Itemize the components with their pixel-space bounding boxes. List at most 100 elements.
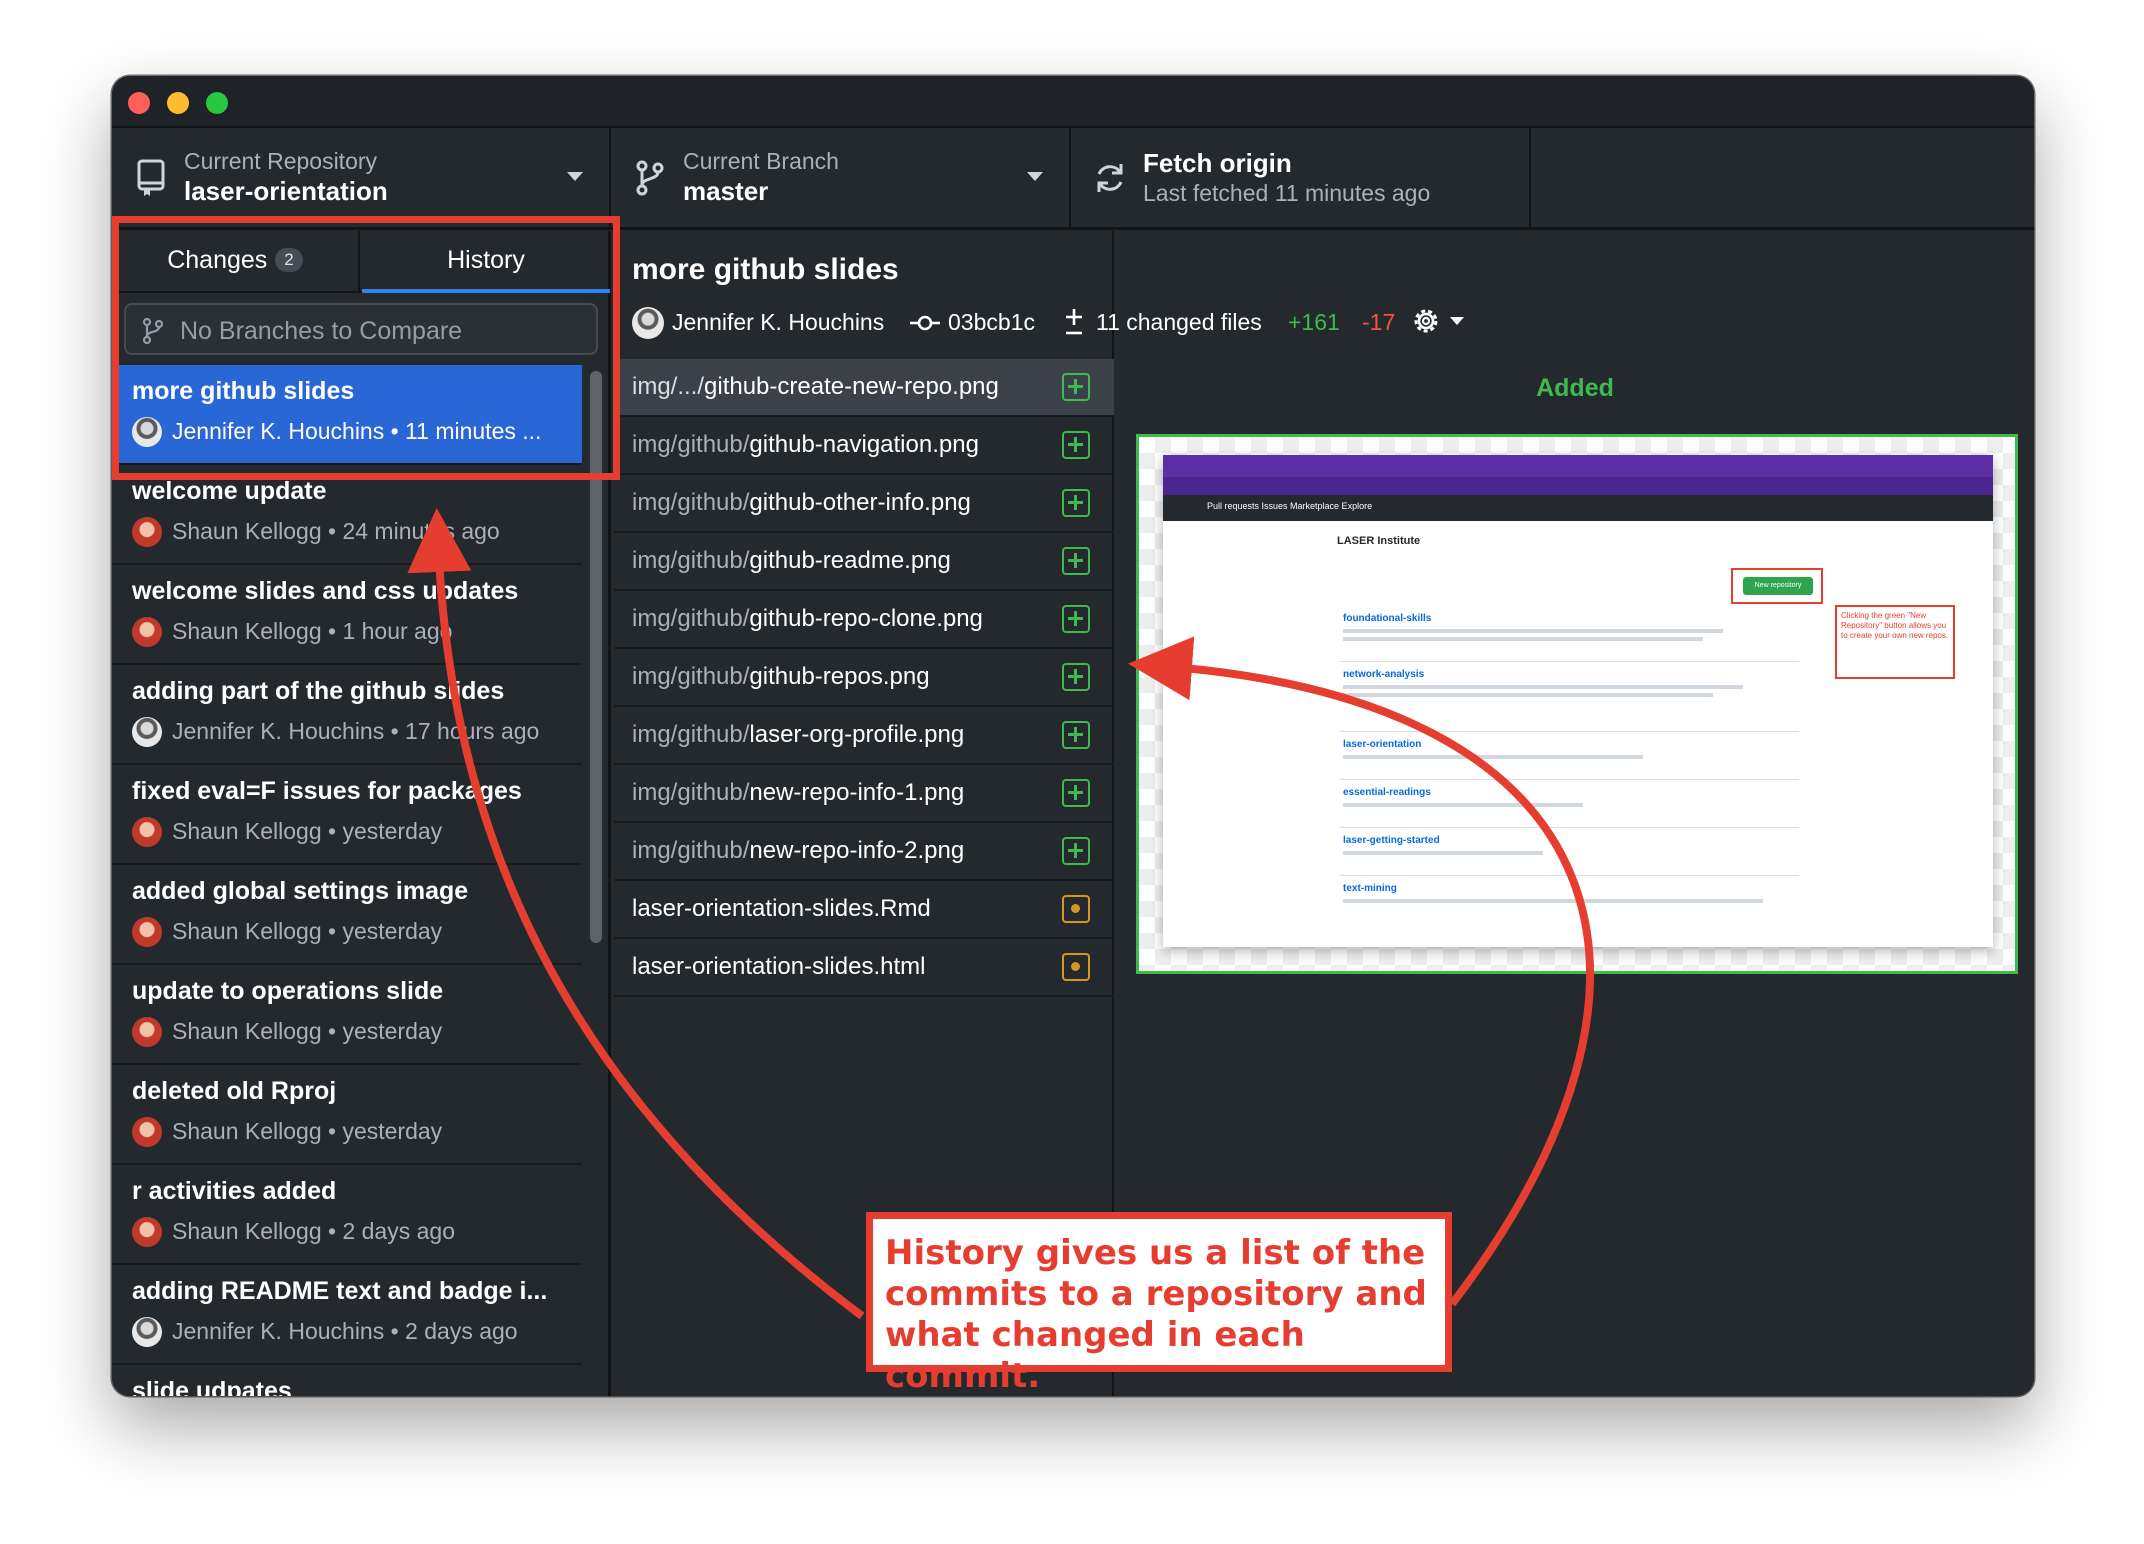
avatar [632,307,664,339]
screenshot-thumbnail: Pull requests Issues Marketplace Explore… [1163,455,1993,947]
sync-icon [1097,164,1123,192]
file-name: github-navigation.png [749,431,979,458]
repo-description [1343,899,1763,903]
changed-files-count: 11 changed files [1096,309,1262,335]
file-row[interactable]: img/github/new-repo-info-1.png [614,765,1114,823]
fetch-origin-button[interactable]: Fetch origin Last fetched 11 minutes ago [1071,128,1531,227]
current-repository-label: Current Repository [184,148,378,174]
file-added-icon [1062,837,1090,865]
chevron-down-icon[interactable] [1450,317,1464,325]
commit-row[interactable]: welcome update Shaun Kellogg • 24 minute… [112,465,582,565]
gear-icon[interactable] [1410,305,1442,337]
repo-link: text-mining [1343,883,1397,894]
screenshot-callout: Clicking the green "New Repository" butt… [1835,605,1955,679]
file-name: new-repo-info-1.png [749,779,965,806]
commit-row[interactable]: r activities added Shaun Kellogg • 2 day… [112,1165,582,1265]
commit-sha[interactable]: 03bcb1c [948,309,1035,336]
divider [1339,731,1799,732]
file-row[interactable]: laser-orientation-slides.html [614,939,1114,997]
file-dir: img/github/ [632,547,750,574]
file-name: new-repo-info-2.png [749,837,965,864]
current-branch-button[interactable]: Current Branch master [611,128,1071,227]
commit-meta: Shaun Kellogg • yesterday [172,818,443,844]
current-branch-label: Current Branch [683,148,839,174]
repo-link: essential-readings [1343,787,1431,798]
commit-title: slide udpates [132,1377,292,1396]
file-row[interactable]: laser-orientation-slides.Rmd [614,881,1114,939]
file-row[interactable]: img/github/github-repo-clone.png [614,591,1114,649]
commit-summary-header: more github slides Jennifer K. Houchins … [614,231,2034,361]
avatar [132,917,162,947]
commit-meta: Shaun Kellogg • yesterday [172,918,443,944]
file-row[interactable]: img/github/github-navigation.png [614,417,1114,475]
commit-title: added global settings image [132,877,469,905]
commit-list: more github slides Jennifer K. Houchins … [112,365,582,1396]
diff-added-label: Added [1536,374,1614,402]
repo-description [1343,755,1643,759]
current-branch-name: master [683,176,769,206]
commit-row[interactable]: fixed eval=F issues for packages Shaun K… [112,765,582,865]
commit-title: adding part of the github slides [132,677,505,705]
additions-count: +161 [1288,309,1340,335]
commit-row[interactable]: welcome slides and css updates Shaun Kel… [112,565,582,665]
commit-detail-title: more github slides [632,253,899,286]
new-repository-button: New repository [1743,577,1813,595]
current-repository-button[interactable]: Current Repository laser-orientation [112,128,611,227]
commit-meta: Shaun Kellogg • yesterday [172,1118,443,1144]
commit-row[interactable]: adding README text and badge i... Jennif… [112,1265,582,1365]
commit-title: deleted old Rproj [132,1077,337,1105]
file-dir: img/.../ [632,373,705,400]
repo-link: network-analysis [1343,669,1425,680]
file-row[interactable]: img/github/github-other-info.png [614,475,1114,533]
last-fetched-text: Last fetched 11 minutes ago [1143,180,1431,206]
file-added-icon [1062,431,1090,459]
chevron-down-icon [1027,172,1043,181]
file-row[interactable]: img/github/new-repo-info-2.png [614,823,1114,881]
commit-meta: Shaun Kellogg • 2 days ago [172,1218,455,1244]
toolbar: Current Repository laser-orientation Cur… [112,128,2034,230]
divider [1339,661,1799,662]
file-row-selected[interactable]: img/.../github-create-new-repo.png [614,359,1114,417]
commit-meta: Jennifer K. Houchins • 17 hours ago [172,718,540,744]
repo-icon [137,159,165,196]
file-dir: img/github/ [632,663,750,690]
repo-description [1343,693,1713,697]
commit-title: welcome update [132,477,327,505]
file-row[interactable]: img/github/laser-org-profile.png [614,707,1114,765]
avatar [132,1017,162,1047]
repo-link: foundational-skills [1343,613,1432,624]
github-nav-links: Pull requests Issues Marketplace Explore [1207,501,1373,511]
file-dir: img/github/ [632,605,750,632]
title-bar [112,76,2034,128]
file-added-icon [1062,779,1090,807]
avatar [132,817,162,847]
divider [1339,779,1799,780]
diff-icon [1066,309,1082,335]
file-row[interactable]: img/github/github-repos.png [614,649,1114,707]
file-added-icon [1062,373,1090,401]
repo-description [1343,851,1543,855]
zoom-window-button[interactable] [206,92,228,114]
browser-tab-bar [1163,455,1993,477]
file-name: github-other-info.png [749,489,971,516]
file-name: laser-orientation-slides.html [632,953,926,980]
file-dir: img/github/ [632,489,750,516]
avatar [132,1217,162,1247]
minimize-window-button[interactable] [167,92,189,114]
avatar [132,517,162,547]
close-window-button[interactable] [128,92,150,114]
file-dir: img/github/ [632,779,750,806]
commit-title: update to operations slide [132,977,444,1005]
commit-title: fixed eval=F issues for packages [132,777,522,805]
commit-row[interactable]: added global settings image Shaun Kellog… [112,865,582,965]
commit-row[interactable]: deleted old Rproj Shaun Kellogg • yester… [112,1065,582,1165]
chevron-down-icon [567,172,583,181]
avatar [132,1117,162,1147]
file-row[interactable]: img/github/github-readme.png [614,533,1114,591]
commit-author: Jennifer K. Houchins [672,309,885,335]
commit-row[interactable]: update to operations slide Shaun Kellogg… [112,965,582,1065]
commit-row[interactable]: slide udpates [112,1365,582,1396]
commit-row[interactable]: adding part of the github slides Jennife… [112,665,582,765]
divider [1339,827,1799,828]
annotation-callout: History gives us a list of the commits t… [866,1212,1452,1396]
